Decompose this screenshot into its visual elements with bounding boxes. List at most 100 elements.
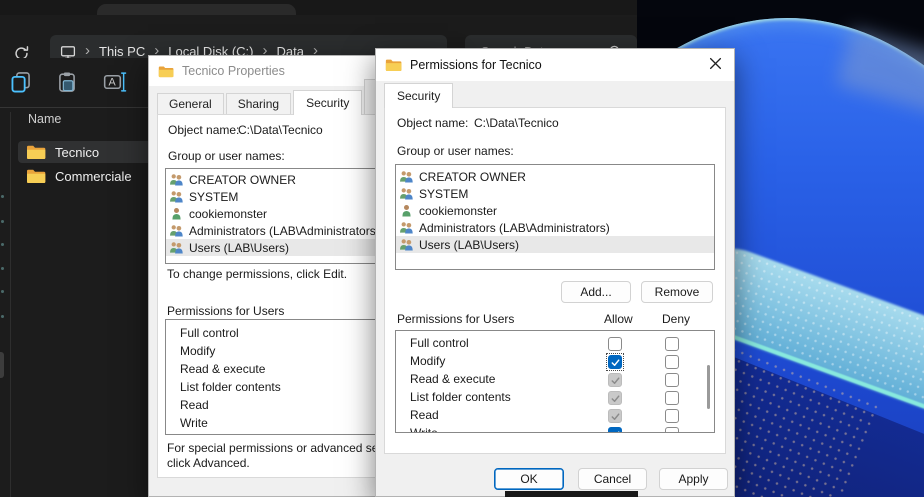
- group-list-item[interactable]: cookiemonster: [396, 202, 714, 219]
- rename-icon[interactable]: A: [103, 71, 125, 93]
- group-name: Users (LAB\Users): [419, 238, 519, 252]
- group-name: CREATOR OWNER: [189, 173, 296, 187]
- nav-pane-dot: [1, 220, 4, 223]
- acl-row-write: Write: [396, 424, 714, 433]
- close-icon[interactable]: [698, 50, 732, 76]
- advanced-hint-line1: For special permissions or advanced sett…: [167, 441, 401, 455]
- tab-general[interactable]: General: [157, 93, 224, 115]
- explorer-tab-strip: [0, 0, 637, 15]
- group-list-item[interactable]: CREATOR OWNER: [396, 168, 714, 185]
- object-name-label: Object name:: [397, 116, 468, 130]
- allow-checkbox[interactable]: [608, 337, 622, 351]
- deny-checkbox[interactable]: [665, 409, 679, 423]
- allow-checkbox[interactable]: [608, 409, 622, 423]
- breadcrumb-item-this-pc[interactable]: This PC: [99, 44, 145, 59]
- chevron-right-icon[interactable]: ›: [85, 43, 90, 58]
- permissions-dialog: Permissions for Tecnico Security Object …: [375, 48, 735, 497]
- deny-checkbox[interactable]: [665, 355, 679, 369]
- allow-checkbox-wrap: [606, 389, 624, 407]
- object-name-value: C:\Data\Tecnico: [238, 123, 323, 137]
- explorer-tab[interactable]: [97, 4, 296, 15]
- nav-scrollbar-thumb[interactable]: [0, 352, 4, 378]
- security-tab-page: Object name: C:\Data\Tecnico Group or us…: [384, 107, 726, 454]
- acl-row-modify: Modify: [396, 352, 714, 370]
- deny-checkbox-wrap: [663, 425, 681, 433]
- remove-button[interactable]: Remove: [641, 281, 713, 303]
- allow-checkbox[interactable]: [608, 427, 622, 433]
- cancel-button[interactable]: Cancel: [578, 468, 647, 490]
- paste-icon[interactable]: [56, 71, 78, 93]
- group-name: SYSTEM: [189, 190, 238, 204]
- nav-pane-dot: [1, 243, 4, 246]
- group-list-item[interactable]: Users (LAB\Users): [396, 236, 714, 253]
- allow-checkbox[interactable]: [608, 373, 622, 387]
- nav-pane-dot: [1, 195, 4, 198]
- allow-checkbox-wrap: [606, 353, 624, 371]
- permission-name: Modify: [410, 354, 445, 368]
- apply-button[interactable]: Apply: [659, 468, 728, 490]
- dialog-titlebar[interactable]: Permissions for Tecnico: [376, 49, 734, 81]
- permission-name: List folder contents: [180, 380, 281, 394]
- copy-icon[interactable]: [10, 71, 32, 93]
- deny-checkbox-wrap: [663, 407, 681, 425]
- acl-row-list-folder-contents: List folder contents: [396, 388, 714, 406]
- allow-checkbox-wrap: [606, 425, 624, 433]
- group-name: CREATOR OWNER: [419, 170, 526, 184]
- tab-sharing[interactable]: Sharing: [226, 93, 291, 115]
- dialog-title: Permissions for Tecnico: [410, 58, 542, 72]
- acl-row-read-execute: Read & execute: [396, 370, 714, 388]
- permission-name: Special permissions: [180, 434, 287, 435]
- tab-security[interactable]: Security: [384, 83, 453, 108]
- allow-checkbox-wrap: [606, 407, 624, 425]
- object-name-label: Object name:: [168, 123, 239, 137]
- folder-icon: [26, 144, 46, 160]
- permission-name: Read: [180, 398, 209, 412]
- column-header-name[interactable]: Name: [28, 112, 61, 126]
- deny-checkbox-wrap: [663, 389, 681, 407]
- folder-icon: [158, 65, 174, 78]
- file-name: Tecnico: [55, 145, 99, 160]
- allow-checkbox[interactable]: [608, 391, 622, 405]
- deny-checkbox[interactable]: [665, 391, 679, 405]
- deny-checkbox[interactable]: [665, 373, 679, 387]
- permission-name: Read: [410, 408, 439, 422]
- tab-bar: Security: [376, 81, 734, 107]
- edit-hint: To change permissions, click Edit.: [167, 267, 347, 281]
- add-button[interactable]: Add...: [561, 281, 631, 303]
- group-name: Administrators (LAB\Administrators): [419, 221, 610, 235]
- group-name: cookiemonster: [189, 207, 267, 221]
- deny-checkbox-wrap: [663, 335, 681, 353]
- allow-checkbox-wrap: [606, 371, 624, 389]
- folder-icon: [26, 168, 46, 184]
- permissions-caption: Permissions for Users: [167, 304, 284, 318]
- object-name-value: C:\Data\Tecnico: [474, 116, 559, 130]
- deny-header: Deny: [662, 312, 690, 326]
- group-name: Users (LAB\Users): [189, 241, 289, 255]
- group-name: Administrators (LAB\Administrators): [189, 224, 380, 238]
- group-list: CREATOR OWNER SYSTEM cookiemonster Admin…: [395, 164, 715, 270]
- taskbar-fragment: [505, 491, 638, 497]
- permission-name: Write: [410, 426, 438, 433]
- svg-text:A: A: [109, 77, 117, 89]
- group-list-item[interactable]: SYSTEM: [396, 185, 714, 202]
- screen: › This PC › Local Disk (C:) › Data › Sea…: [0, 0, 924, 497]
- navigation-pane-divider: [10, 112, 11, 497]
- list-scrollbar-thumb[interactable]: [707, 365, 710, 409]
- allow-checkbox-wrap: [606, 335, 624, 353]
- advanced-hint-line2: click Advanced.: [167, 456, 250, 470]
- dialog-title: Tecnico Properties: [182, 64, 285, 78]
- acl-row-full-control: Full control: [396, 334, 714, 352]
- deny-checkbox[interactable]: [665, 337, 679, 351]
- deny-checkbox[interactable]: [665, 427, 679, 433]
- tab-security[interactable]: Security: [293, 90, 362, 115]
- group-list-item[interactable]: Administrators (LAB\Administrators): [396, 219, 714, 236]
- permission-name: Full control: [180, 326, 239, 340]
- acl-row-read: Read: [396, 406, 714, 424]
- ok-button[interactable]: OK: [494, 468, 564, 490]
- permission-name: Modify: [180, 344, 215, 358]
- nav-pane-dot: [1, 315, 4, 318]
- groups-label: Group or user names:: [397, 144, 514, 158]
- allow-header: Allow: [604, 312, 633, 326]
- allow-checkbox[interactable]: [608, 355, 622, 369]
- permission-name: Read & execute: [410, 372, 495, 386]
